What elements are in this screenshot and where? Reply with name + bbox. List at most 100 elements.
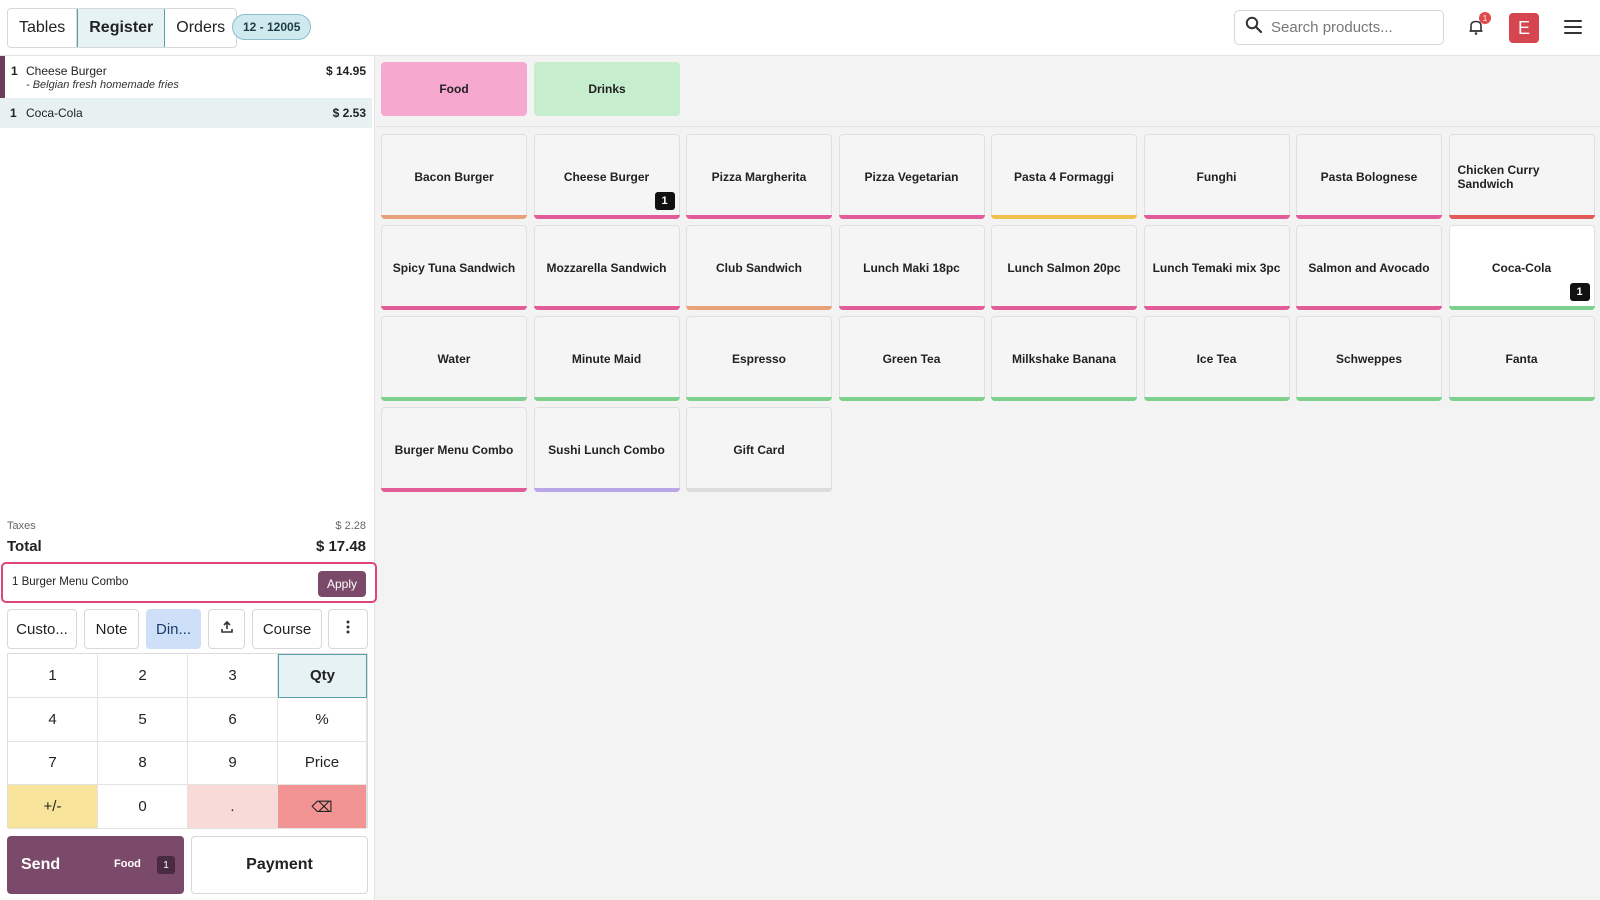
numpad-key-1[interactable]: 1	[8, 654, 98, 698]
order-line[interactable]: 1 Cheese Burger - Belgian fresh homemade…	[0, 56, 372, 98]
product-card[interactable]: Green Tea	[838, 316, 985, 401]
product-card[interactable]: Lunch Temaki mix 3pc	[1143, 225, 1290, 310]
product-card[interactable]: Gift Card	[686, 407, 832, 492]
product-card[interactable]: Coca-Cola 1	[1448, 225, 1595, 310]
taxes-value: $ 2.28	[335, 520, 366, 532]
product-category-bar	[1143, 306, 1290, 310]
numpad-key-9[interactable]: 9	[188, 741, 278, 786]
product-category-bar	[991, 215, 1137, 219]
product-name: Mozzarella Sandwich	[546, 260, 667, 275]
numpad-decimal[interactable]: .	[188, 785, 278, 829]
product-name: Burger Menu Combo	[394, 442, 514, 457]
product-name: Club Sandwich	[715, 260, 802, 275]
upload-icon	[220, 620, 234, 638]
apply-button[interactable]: Apply	[317, 571, 366, 597]
product-name: Fanta	[1505, 351, 1538, 366]
order-reference-badge[interactable]: 12 - 12005	[232, 14, 312, 40]
product-card[interactable]: Sushi Lunch Combo	[533, 407, 680, 492]
product-card[interactable]: Lunch Maki 18pc	[838, 225, 985, 310]
product-card[interactable]: Club Sandwich	[686, 225, 832, 310]
numpad-key-0[interactable]: 0	[98, 785, 188, 829]
product-search[interactable]	[1234, 10, 1444, 45]
product-name: Pasta Bolognese	[1320, 169, 1418, 184]
tab-tables[interactable]: Tables	[8, 9, 78, 47]
numpad-key-4[interactable]: 4	[8, 697, 98, 742]
numpad-plus-minus[interactable]: +/-	[8, 785, 98, 829]
customer-button[interactable]: Custo...	[7, 609, 77, 649]
numpad: 1 2 3 Qty 4 5 6 % 7 8 9 Price +/- 0 . ⌫	[7, 653, 368, 829]
product-card[interactable]: Ice Tea	[1143, 316, 1290, 401]
product-card[interactable]: Pizza Vegetarian	[838, 134, 985, 219]
product-card[interactable]: Fanta	[1448, 316, 1595, 401]
tab-register[interactable]: Register	[77, 9, 166, 47]
product-name: Pasta 4 Formaggi	[1013, 169, 1115, 184]
more-options-button[interactable]	[328, 609, 368, 649]
numpad-key-2[interactable]: 2	[98, 654, 188, 698]
numpad-discount-mode[interactable]: %	[278, 697, 367, 742]
category-food[interactable]: Food	[381, 62, 527, 116]
note-button[interactable]: Note	[84, 609, 139, 649]
product-card[interactable]: Cheese Burger 1	[533, 134, 680, 219]
category-drinks[interactable]: Drinks	[534, 62, 680, 116]
dine-in-button[interactable]: Din...	[146, 609, 201, 649]
product-card[interactable]: Schweppes	[1296, 316, 1442, 401]
product-card[interactable]: Chicken Curry Sandwich	[1448, 134, 1595, 219]
product-card[interactable]: Spicy Tuna Sandwich	[381, 225, 527, 310]
product-name: Espresso	[731, 351, 787, 366]
numpad-price-mode[interactable]: Price	[278, 741, 367, 786]
combo-suggestion: 1 Burger Menu Combo Apply	[1, 562, 377, 603]
product-category-bar	[381, 397, 527, 401]
send-button[interactable]: Send Food 1	[7, 836, 184, 894]
product-category-bar	[1143, 215, 1290, 219]
product-name: Pizza Vegetarian	[864, 169, 959, 184]
product-card[interactable]: Minute Maid	[533, 316, 680, 401]
product-category-bar	[1448, 397, 1595, 401]
menu-icon[interactable]	[1564, 17, 1582, 37]
numpad-key-3[interactable]: 3	[188, 654, 278, 698]
product-card[interactable]: Bacon Burger	[381, 134, 527, 219]
payment-button[interactable]: Payment	[191, 836, 368, 894]
product-card[interactable]: Lunch Salmon 20pc	[991, 225, 1137, 310]
backspace-icon[interactable]: ⌫	[278, 785, 367, 829]
product-category-bar	[686, 488, 832, 492]
product-category-bar	[838, 397, 985, 401]
product-card[interactable]: Milkshake Banana	[991, 316, 1137, 401]
product-card[interactable]: Mozzarella Sandwich	[533, 225, 680, 310]
product-card[interactable]: Water	[381, 316, 527, 401]
product-name: Funghi	[1196, 169, 1237, 184]
tab-orders[interactable]: Orders	[165, 9, 236, 47]
send-category-tag: Food	[114, 858, 141, 870]
numpad-key-6[interactable]: 6	[188, 697, 278, 742]
product-name: Chicken Curry Sandwich	[1457, 162, 1540, 191]
vertical-dots-icon	[346, 620, 350, 638]
product-card[interactable]: Pasta Bolognese	[1296, 134, 1442, 219]
user-avatar[interactable]: E	[1509, 13, 1539, 43]
numpad-key-8[interactable]: 8	[98, 741, 188, 786]
product-card[interactable]: Salmon and Avocado	[1296, 225, 1442, 310]
product-category-bar	[1448, 215, 1595, 219]
search-input[interactable]	[1271, 19, 1431, 36]
numpad-key-7[interactable]: 7	[8, 741, 98, 786]
product-category-bar	[1448, 306, 1595, 310]
order-line-name: Cheese Burger	[26, 64, 107, 78]
product-category-bar	[1296, 215, 1442, 219]
share-button[interactable]	[208, 609, 245, 649]
product-card[interactable]: Pasta 4 Formaggi	[991, 134, 1137, 219]
total-value: $ 17.48	[315, 538, 366, 555]
product-card[interactable]: Burger Menu Combo	[381, 407, 527, 492]
product-name: Water	[437, 351, 471, 366]
order-line[interactable]: 1 Coca-Cola $ 2.53	[0, 98, 372, 128]
product-card[interactable]: Pizza Margherita	[686, 134, 832, 219]
total-label: Total	[7, 538, 42, 555]
product-card[interactable]: Funghi	[1143, 134, 1290, 219]
product-category-bar	[1296, 397, 1442, 401]
product-category-bar	[533, 215, 680, 219]
product-name: Spicy Tuna Sandwich	[392, 260, 516, 275]
numpad-key-5[interactable]: 5	[98, 697, 188, 742]
course-button[interactable]: Course	[252, 609, 322, 649]
product-category-bar	[381, 306, 527, 310]
numpad-qty-mode[interactable]: Qty	[278, 654, 367, 698]
order-line-price: $ 14.95	[325, 64, 366, 78]
send-count-badge: 1	[157, 856, 175, 874]
product-card[interactable]: Espresso	[686, 316, 832, 401]
